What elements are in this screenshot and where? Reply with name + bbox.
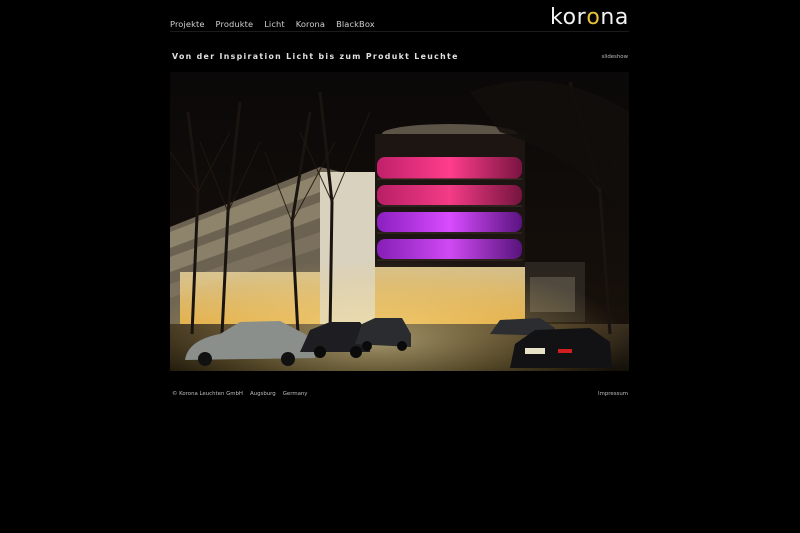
footer-info: © Korona Leuchten GmbH Augsburg Germany <box>172 391 307 397</box>
header-divider <box>170 31 629 32</box>
logo-text-start: kor <box>550 5 587 30</box>
nav-item-produkte[interactable]: Produkte <box>216 18 254 32</box>
nav-item-blackbox[interactable]: BlackBox <box>336 18 375 32</box>
page-container: Projekte Produkte Licht Korona BlackBox … <box>170 0 629 533</box>
night-building-image <box>170 72 629 371</box>
footer-company: © Korona Leuchten GmbH <box>172 391 243 397</box>
logo-text-o: o <box>586 5 601 30</box>
nav-item-korona[interactable]: Korona <box>296 18 325 32</box>
main-nav: Projekte Produkte Licht Korona BlackBox <box>170 18 375 32</box>
footer-city: Augsburg <box>249 391 276 397</box>
slideshow-link[interactable]: slideshow <box>602 54 628 60</box>
hero-photo[interactable] <box>170 72 629 371</box>
footer-country: Germany <box>282 391 308 397</box>
page-tagline: Von der Inspiration Licht bis zum Produk… <box>172 52 459 61</box>
nav-item-projekte[interactable]: Projekte <box>170 18 205 32</box>
nav-item-licht[interactable]: Licht <box>264 18 285 32</box>
korona-logo[interactable]: kor o na <box>550 4 629 30</box>
impressum-link[interactable]: Impressum <box>598 391 628 397</box>
logo-text-end: na <box>600 5 629 30</box>
